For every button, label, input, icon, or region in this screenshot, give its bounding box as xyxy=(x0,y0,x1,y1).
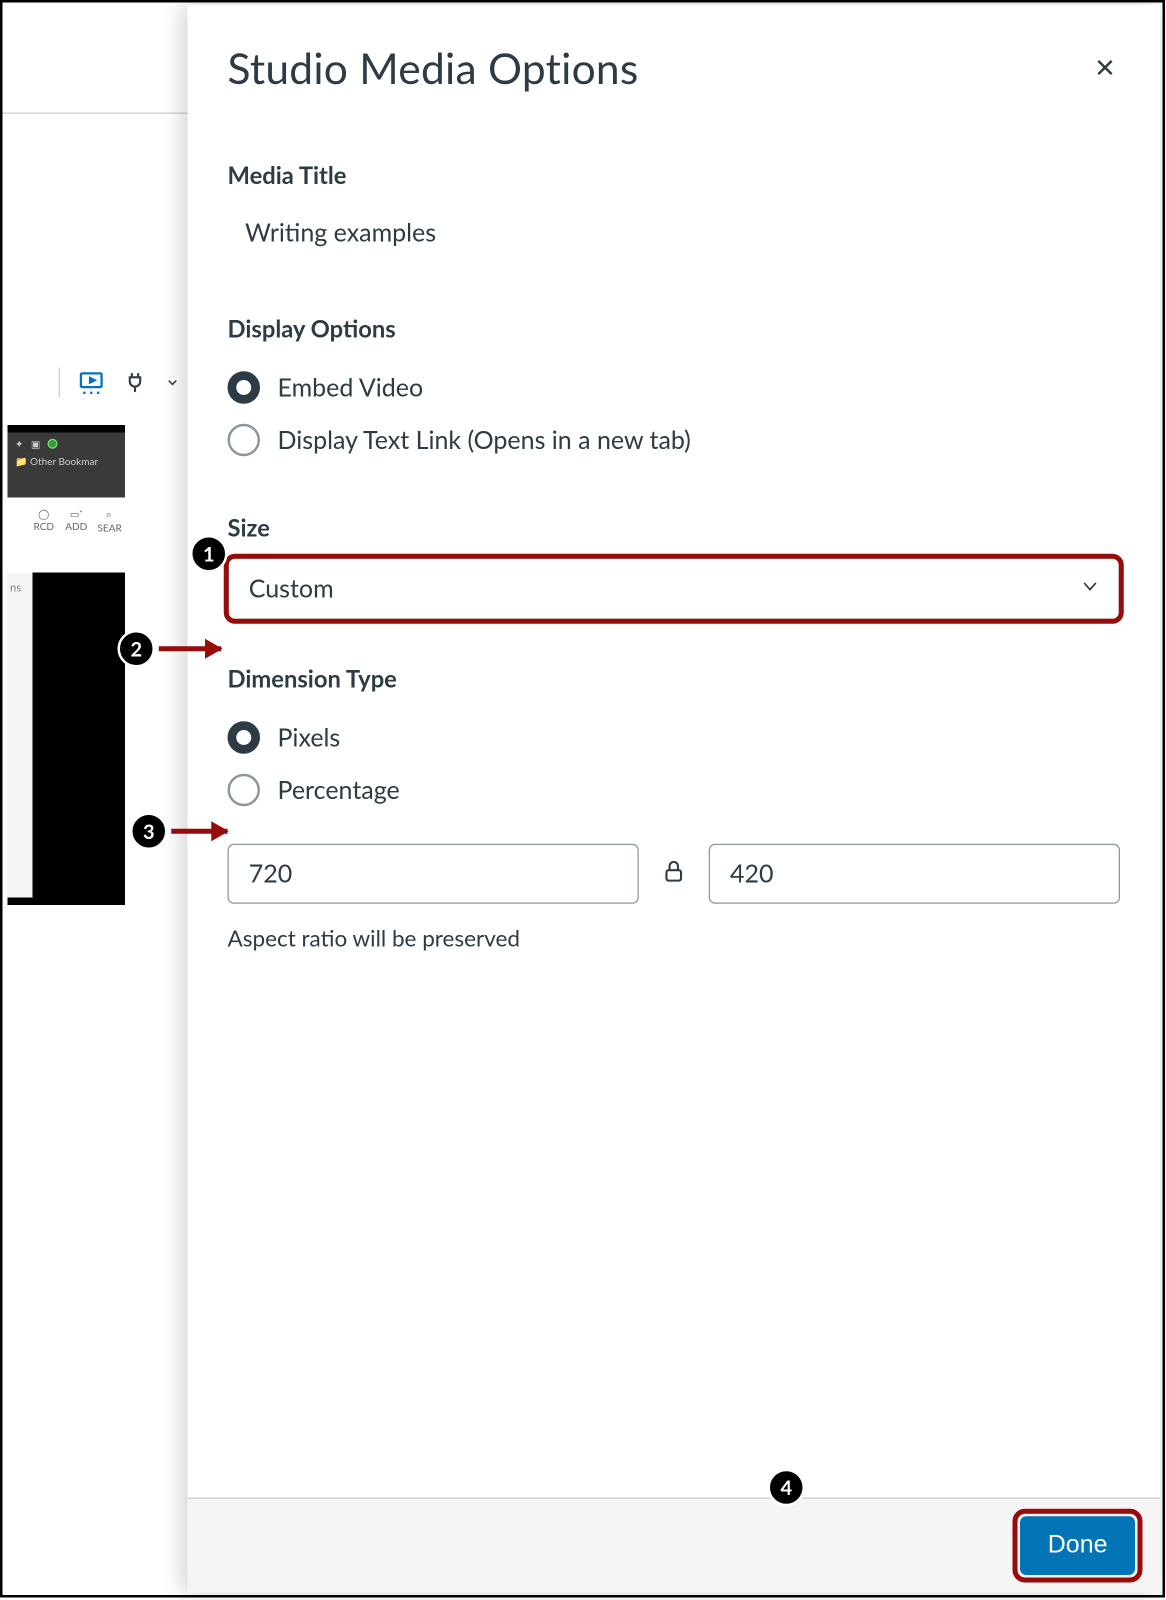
radio-percentage[interactable]: Percentage xyxy=(228,764,1121,817)
size-label: Size xyxy=(228,514,1121,543)
annotation-badge-3: 3 xyxy=(130,813,168,851)
background-divider xyxy=(3,113,191,114)
dimension-type-label: Dimension Type xyxy=(228,665,1121,694)
plug-icon xyxy=(123,368,148,398)
media-title-label: Media Title xyxy=(228,161,1121,190)
background-toolbar xyxy=(59,368,180,398)
done-button-label: Done xyxy=(1048,1531,1108,1559)
radio-icon-selected xyxy=(228,721,261,754)
radio-embed-video[interactable]: Embed Video xyxy=(228,361,1121,414)
chevron-down-icon xyxy=(1080,576,1100,601)
radio-icon xyxy=(228,424,261,457)
radio-label: Display Text Link (Opens in a new tab) xyxy=(278,425,691,455)
size-select[interactable]: Custom xyxy=(228,558,1121,621)
media-embed-icon xyxy=(78,369,106,397)
annotation-badge-1: 1 xyxy=(190,535,228,573)
annotation-badge-2: 2 xyxy=(118,630,156,668)
radio-label: Percentage xyxy=(278,775,400,805)
aspect-ratio-note: Aspect ratio will be preserved xyxy=(228,924,1121,952)
radio-label: Embed Video xyxy=(278,373,424,403)
close-button[interactable] xyxy=(1090,48,1120,91)
display-options-label: Display Options xyxy=(228,315,1121,344)
width-input[interactable] xyxy=(228,844,639,904)
radio-icon-selected xyxy=(228,371,261,404)
annotation-badge-4: 4 xyxy=(768,1469,806,1507)
annotation-arrow-2 xyxy=(159,646,222,651)
bookmarks-label: Other Bookmar xyxy=(30,455,98,468)
radio-pixels[interactable]: Pixels xyxy=(228,711,1121,764)
radio-icon xyxy=(228,774,261,807)
radio-text-link[interactable]: Display Text Link (Opens in a new tab) xyxy=(228,414,1121,467)
media-title-value: Writing examples xyxy=(245,218,1120,248)
radio-label: Pixels xyxy=(278,723,341,753)
annotation-arrow-3 xyxy=(171,829,227,834)
close-icon xyxy=(1095,53,1115,84)
chevron-down-icon xyxy=(165,375,180,390)
height-input[interactable] xyxy=(709,844,1120,904)
lock-icon xyxy=(661,856,686,891)
panel-title: Studio Media Options xyxy=(228,43,639,94)
size-select-value: Custom xyxy=(249,574,334,604)
media-options-panel: Studio Media Options Media Title Writing… xyxy=(188,5,1161,1593)
done-button[interactable]: Done xyxy=(1020,1516,1135,1575)
panel-footer: Done xyxy=(188,1498,1161,1593)
background-thumbnail: ✦▣ 📁 Other Bookmar ◯RCD ▭⁺ADD ⌕SEAR ns xyxy=(8,425,126,905)
